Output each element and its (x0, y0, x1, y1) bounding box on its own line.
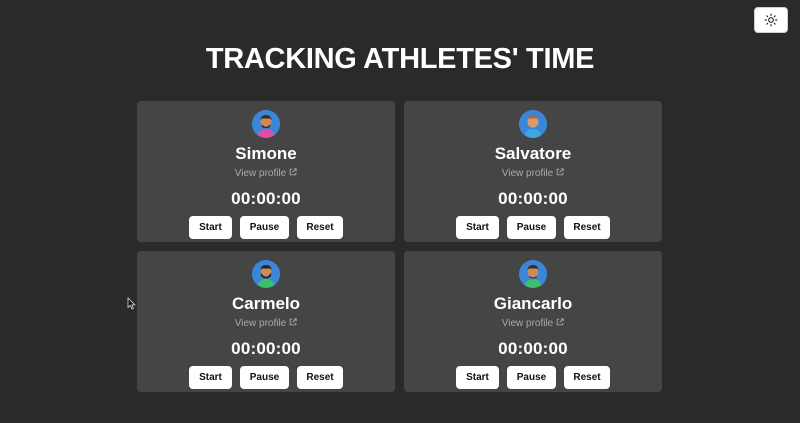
reset-button[interactable]: Reset (564, 366, 610, 389)
pause-button[interactable]: Pause (240, 366, 289, 389)
view-profile-link[interactable]: View profile (502, 317, 565, 330)
athlete-name: Simone (235, 144, 297, 163)
timer-controls: Start Pause Reset (456, 216, 610, 239)
timer-controls: Start Pause Reset (456, 366, 610, 389)
timer-display: 00:00:00 (498, 339, 568, 358)
start-button[interactable]: Start (189, 366, 232, 389)
pause-button[interactable]: Pause (507, 366, 556, 389)
timer-display: 00:00:00 (231, 189, 301, 208)
athlete-name: Giancarlo (493, 294, 573, 313)
external-link-icon (289, 167, 297, 180)
external-link-icon (556, 167, 564, 180)
avatar (519, 110, 547, 138)
timer-controls: Start Pause Reset (189, 366, 343, 389)
athlete-grid: Simone View profile 00:00:00 Start Pause… (137, 101, 663, 392)
timer-controls: Start Pause Reset (189, 216, 343, 239)
pause-button[interactable]: Pause (507, 216, 556, 239)
theme-toggle-button[interactable] (754, 7, 788, 33)
athlete-card: Carmelo View profile 00:00:00 Start Paus… (137, 251, 395, 392)
page: TRACKING ATHLETES' TIME Simone View prof… (0, 0, 800, 423)
avatar (252, 110, 280, 138)
start-button[interactable]: Start (456, 366, 499, 389)
athlete-name: Carmelo (231, 294, 301, 313)
external-link-icon (289, 317, 297, 330)
start-button[interactable]: Start (189, 216, 232, 239)
external-link-icon (556, 317, 564, 330)
sun-icon (764, 13, 778, 27)
athlete-name: Salvatore (494, 144, 572, 163)
timer-display: 00:00:00 (498, 189, 568, 208)
view-profile-link[interactable]: View profile (502, 167, 565, 180)
view-profile-label: View profile (234, 318, 287, 329)
timer-display: 00:00:00 (231, 339, 301, 358)
pause-button[interactable]: Pause (240, 216, 289, 239)
athlete-card: Salvatore View profile 00:00:00 Start Pa… (404, 101, 662, 242)
view-profile-label: View profile (501, 168, 554, 179)
view-profile-label: View profile (501, 318, 554, 329)
mouse-cursor-icon (127, 297, 136, 315)
view-profile-link[interactable]: View profile (235, 317, 298, 330)
reset-button[interactable]: Reset (297, 366, 343, 389)
view-profile-label: View profile (234, 168, 287, 179)
avatar (519, 260, 547, 288)
athlete-card: Simone View profile 00:00:00 Start Pause… (137, 101, 395, 242)
athlete-card: Giancarlo View profile 00:00:00 Start Pa… (404, 251, 662, 392)
start-button[interactable]: Start (456, 216, 499, 239)
reset-button[interactable]: Reset (564, 216, 610, 239)
view-profile-link[interactable]: View profile (235, 167, 298, 180)
page-title: TRACKING ATHLETES' TIME (205, 43, 595, 75)
reset-button[interactable]: Reset (297, 216, 343, 239)
avatar (252, 260, 280, 288)
